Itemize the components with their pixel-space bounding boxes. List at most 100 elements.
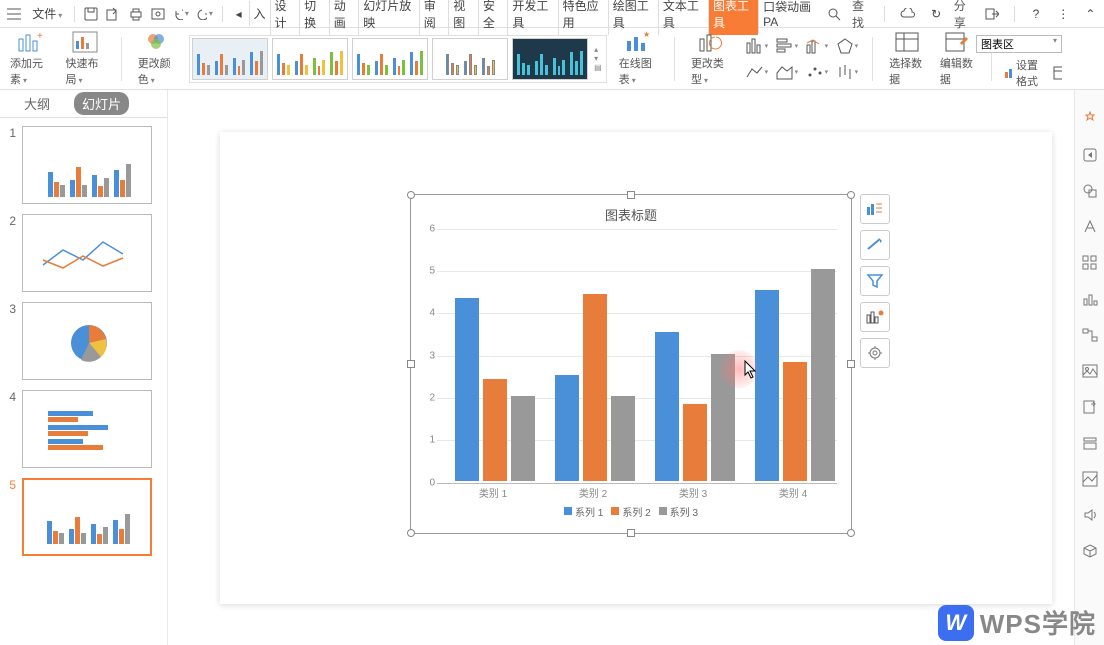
chart-area-dropdown[interactable]: 图表区▾: [976, 35, 1062, 53]
gallery-scroll[interactable]: ▴▾▤: [592, 38, 604, 80]
more-icon[interactable]: ⋮: [1057, 6, 1070, 22]
select-data-button[interactable]: 选择数据: [885, 30, 928, 87]
right-tool-chart[interactable]: [1081, 290, 1099, 308]
legend-s2: 系列 2: [622, 504, 650, 519]
share-label[interactable]: 分享: [954, 0, 974, 31]
tab-animation[interactable]: 动画: [329, 0, 359, 35]
change-type-button[interactable]: 更改类型: [687, 30, 734, 87]
slide-thumb-5[interactable]: 5: [4, 478, 163, 556]
chart-style-1[interactable]: [192, 38, 268, 80]
quick-layout-label: 快速布局: [65, 55, 104, 87]
properties-icon[interactable]: [1053, 66, 1062, 80]
slide-thumb-4[interactable]: 4: [4, 390, 163, 468]
chart-styles-gallery[interactable]: ▴▾▤: [189, 35, 607, 83]
print-icon[interactable]: [129, 6, 143, 22]
change-type-label: 更改类型: [691, 55, 730, 87]
set-format-button[interactable]: 设置格式: [1003, 57, 1062, 89]
slides-tab[interactable]: 幻灯片: [74, 92, 129, 115]
right-tool-image[interactable]: [1081, 362, 1099, 380]
tab-security[interactable]: 安全: [478, 0, 508, 35]
change-color-icon: [143, 30, 171, 53]
wps-logo-icon: W: [938, 605, 974, 641]
chart-object[interactable]: 图表标题 0123456 类别 1类别 2类别 3类别 4 系列 1 系列 2 …: [410, 194, 852, 534]
slide-list[interactable]: 1 2 3 4 5: [0, 118, 167, 645]
chart-type-column[interactable]: ▾: [742, 34, 770, 58]
chart-legend[interactable]: 系列 1 系列 2 系列 3: [415, 504, 847, 519]
search-icon[interactable]: [827, 6, 841, 22]
tab-view[interactable]: 视图: [448, 0, 478, 35]
chart-type-scatter[interactable]: ▾: [802, 60, 830, 84]
canvas-area[interactable]: 图表标题 0123456 类别 1类别 2类别 3类别 4 系列 1 系列 2 …: [168, 90, 1104, 645]
chart-styles-button[interactable]: [860, 230, 890, 260]
right-tool-gallery[interactable]: [1081, 470, 1099, 488]
right-tool-grid[interactable]: [1081, 254, 1099, 272]
slide-panel: 大纲 幻灯片 1 2 3 4: [0, 90, 168, 645]
file-menu[interactable]: 文件: [26, 3, 68, 24]
undo-icon[interactable]: [173, 6, 189, 22]
chart-type-stock[interactable]: ▾: [832, 60, 860, 84]
top-menubar: 文件 ◂ 入 设计 切换 动画 幻灯片放映 审阅 视图 安全 开发工具 特色应用…: [0, 0, 1104, 28]
chart-style-5[interactable]: [512, 38, 588, 80]
chart-type-combo[interactable]: ▾: [802, 34, 830, 58]
right-tool-audio[interactable]: [1081, 506, 1099, 524]
tab-devtools[interactable]: 开发工具: [507, 0, 557, 35]
slide-thumb-3[interactable]: 3: [4, 302, 163, 380]
cloud-icon[interactable]: [900, 6, 916, 22]
right-tool-export[interactable]: [1081, 398, 1099, 416]
quick-layout-button[interactable]: 快速布局: [61, 30, 108, 87]
chart-filter-button[interactable]: [860, 266, 890, 296]
chart-settings-button[interactable]: [860, 338, 890, 368]
change-color-button[interactable]: 更改颜色: [134, 30, 181, 87]
online-chart-button[interactable]: ★ 在线图表: [615, 30, 662, 87]
preview-icon[interactable]: [151, 6, 165, 22]
collapse-icon[interactable]: ⌃: [1084, 6, 1097, 22]
sync-icon[interactable]: ↻: [930, 6, 943, 22]
svg-text:+: +: [37, 31, 43, 42]
outline-tab[interactable]: 大纲: [16, 92, 58, 115]
chart-type-line[interactable]: ▾: [742, 60, 770, 84]
wps-watermark: W WPS学院: [938, 604, 1096, 641]
plot-area[interactable]: 0123456: [437, 229, 837, 481]
right-tool-shape[interactable]: [1081, 182, 1099, 200]
tab-pocket-anim[interactable]: 口袋动画 PA: [758, 0, 824, 33]
quick-layout-icon: [71, 30, 99, 53]
chart-style-3[interactable]: [352, 38, 428, 80]
chart-type-area[interactable]: ▾: [772, 60, 800, 84]
ribbon-toolbar: + 添加元素 快速布局 更改颜色: [0, 28, 1104, 90]
chart-title[interactable]: 图表标题: [415, 199, 847, 230]
right-tool-magic[interactable]: [1081, 110, 1099, 128]
chart-quick-button[interactable]: [860, 302, 890, 332]
right-tool-layers[interactable]: [1081, 434, 1099, 452]
chart-style-4[interactable]: [432, 38, 508, 80]
right-tool-select[interactable]: [1081, 146, 1099, 164]
chart-style-2[interactable]: [272, 38, 348, 80]
right-tool-3d[interactable]: [1081, 542, 1099, 560]
exit-icon[interactable]: [985, 6, 999, 22]
right-tool-text[interactable]: [1081, 218, 1099, 236]
hamburger-icon[interactable]: [7, 6, 21, 22]
chart-type-bar[interactable]: ▾: [772, 34, 800, 58]
chart-type-radar[interactable]: ▾: [832, 34, 860, 58]
slide-thumb-1[interactable]: 1: [4, 126, 163, 204]
tab-slideshow[interactable]: 幻灯片放映: [358, 0, 418, 35]
right-tool-flow[interactable]: [1081, 326, 1099, 344]
slide-thumb-2[interactable]: 2: [4, 214, 163, 292]
slide-canvas[interactable]: 图表标题 0123456 类别 1类别 2类别 3类别 4 系列 1 系列 2 …: [220, 132, 1052, 604]
change-color-label: 更改颜色: [138, 55, 177, 87]
tab-insert-truncated[interactable]: 入: [249, 1, 270, 26]
chart-elements-button[interactable]: [860, 194, 890, 224]
tab-scroll-left-icon[interactable]: ◂: [232, 6, 246, 22]
edit-data-button[interactable]: 编辑数据: [936, 30, 979, 87]
tab-design[interactable]: 设计: [270, 0, 300, 35]
save-icon[interactable]: [84, 6, 98, 22]
tab-special[interactable]: 特色应用: [558, 0, 608, 35]
right-toolbar: [1074, 90, 1104, 645]
help-icon[interactable]: ?: [1029, 6, 1042, 22]
redo-icon[interactable]: [197, 6, 213, 22]
tab-review[interactable]: 审阅: [419, 0, 449, 35]
export-icon[interactable]: [106, 6, 120, 22]
chart-type-grid: ▾ ▾ ▾ ▾ ▾ ▾ ▾ ▾: [742, 34, 860, 84]
add-element-button[interactable]: + 添加元素: [6, 30, 53, 87]
tab-transition[interactable]: 切换: [299, 0, 329, 35]
search-label[interactable]: 查找: [852, 0, 872, 31]
